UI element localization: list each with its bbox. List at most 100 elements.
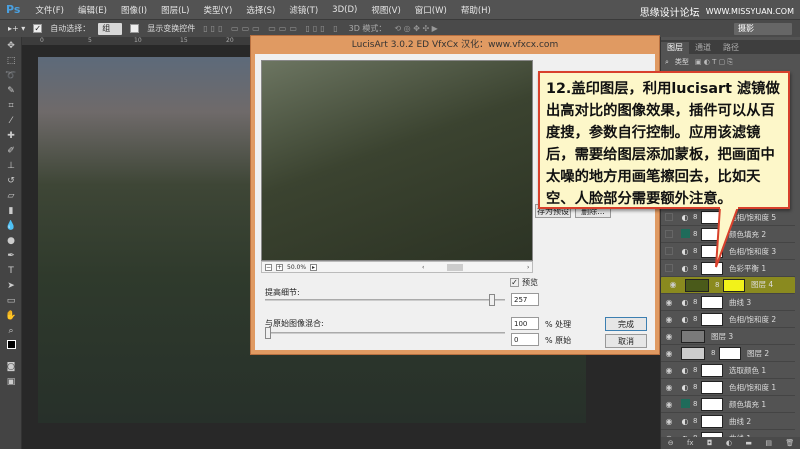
- align-icons[interactable]: ▯▯▯ ▭▭▭ ▭▭▭ ▯▯▯ ▯: [203, 24, 340, 33]
- eye-icon[interactable]: ◉: [661, 366, 677, 375]
- tab-paths[interactable]: 路径: [717, 42, 745, 54]
- original-input[interactable]: 0: [511, 333, 539, 346]
- layer-row[interactable]: ◉ ◐ 8 曲线 3: [661, 294, 795, 311]
- gradient-icon[interactable]: ▮: [4, 205, 18, 217]
- preview-image[interactable]: [261, 60, 533, 261]
- hand-tool-icon[interactable]: ✋: [4, 310, 18, 322]
- 3d-icons[interactable]: ⟲ ◎ ✥ ✣ ▶: [394, 24, 437, 33]
- processed-input[interactable]: 100: [511, 317, 539, 330]
- visibility-toggle[interactable]: [665, 213, 673, 221]
- menu-edit[interactable]: 编辑(E): [71, 4, 114, 16]
- visibility-toggle[interactable]: [665, 247, 673, 255]
- layer-row[interactable]: ◉ 图层 3: [661, 328, 795, 345]
- link-icon[interactable]: ⊖: [668, 439, 674, 447]
- chain-icon: 8: [693, 315, 698, 323]
- layer-row[interactable]: ◉ 8 图层 2: [661, 345, 795, 362]
- zoom-tool-icon[interactable]: ⌕: [4, 325, 18, 337]
- type-tool-icon[interactable]: T: [4, 265, 18, 277]
- layer-row[interactable]: ◉ 8 颜色填充 1: [661, 396, 795, 413]
- preview-checkbox[interactable]: ✓: [510, 278, 519, 287]
- scroll-left-icon[interactable]: ‹: [422, 264, 424, 271]
- menu-file[interactable]: 文件(F): [28, 4, 71, 16]
- menu-image[interactable]: 图像(I): [114, 4, 154, 16]
- cancel-button[interactable]: 取消: [605, 334, 647, 348]
- callout-pointer: [715, 207, 740, 268]
- visibility-toggle[interactable]: [665, 264, 673, 272]
- quick-select-icon[interactable]: ✎: [4, 85, 18, 97]
- menu-window[interactable]: 窗口(W): [408, 4, 454, 16]
- eye-icon[interactable]: ◉: [661, 332, 677, 341]
- menu-view[interactable]: 视图(V): [364, 4, 407, 16]
- eye-icon[interactable]: ◉: [665, 279, 681, 291]
- blend-slider[interactable]: [265, 332, 505, 334]
- quick-mask-icon[interactable]: ◙: [4, 361, 18, 373]
- detail-slider-handle[interactable]: [489, 294, 496, 306]
- menu-select[interactable]: 选择(S): [239, 4, 282, 16]
- detail-slider[interactable]: [265, 299, 505, 301]
- lasso-tool-icon[interactable]: ➰: [4, 70, 18, 82]
- layer-mask: [701, 312, 723, 326]
- move-tool-icon[interactable]: ▸+ ▾: [8, 24, 25, 33]
- layer-row[interactable]: ◉ ◐ 8 色相/饱和度 2: [661, 311, 795, 328]
- color-swatches-icon[interactable]: [4, 340, 18, 358]
- scroll-right-icon[interactable]: ›: [527, 264, 529, 271]
- tab-channels[interactable]: 通道: [689, 42, 717, 54]
- filter-icons[interactable]: ▣ ◐ T ▢ ⎘: [695, 58, 733, 67]
- ok-button[interactable]: 完成: [605, 317, 647, 331]
- tab-layers[interactable]: 图层: [661, 42, 689, 54]
- blend-slider-handle[interactable]: [265, 327, 271, 339]
- zoom-menu-button[interactable]: ▸: [310, 263, 318, 271]
- layer-row[interactable]: ◉ ◐ 8 色相/饱和度 1: [661, 379, 795, 396]
- menu-layer[interactable]: 图层(L): [154, 4, 196, 16]
- chain-icon: 8: [693, 298, 698, 306]
- eye-icon[interactable]: ◉: [661, 383, 677, 392]
- healing-brush-icon[interactable]: ✚: [4, 130, 18, 142]
- history-brush-icon[interactable]: ↺: [4, 175, 18, 187]
- detail-input[interactable]: 257: [511, 293, 539, 306]
- screen-mode-icon[interactable]: ▣: [4, 376, 18, 388]
- eye-icon[interactable]: ◉: [661, 417, 677, 426]
- workspace-dropdown[interactable]: 摄影: [734, 22, 792, 35]
- menu-filter[interactable]: 滤镜(T): [282, 4, 325, 16]
- menu-help[interactable]: 帮助(H): [454, 4, 498, 16]
- horizontal-scrollbar[interactable]: [447, 264, 463, 271]
- group-icon[interactable]: ▬: [745, 439, 752, 447]
- auto-select-dropdown[interactable]: 组: [98, 22, 123, 35]
- marquee-tool-icon[interactable]: ⬚: [4, 55, 18, 67]
- menu-3d[interactable]: 3D(D): [325, 5, 364, 15]
- eyedropper-icon[interactable]: ⁄: [4, 115, 18, 127]
- crop-tool-icon[interactable]: ⌗: [4, 100, 18, 112]
- layer-row[interactable]: ◉ ◐ 8 选取颜色 1: [661, 362, 795, 379]
- dodge-tool-icon[interactable]: ●: [4, 235, 18, 247]
- pen-tool-icon[interactable]: ✒: [4, 250, 18, 262]
- adjustment-icon[interactable]: ◐: [726, 439, 732, 447]
- shape-tool-icon[interactable]: ▭: [4, 295, 18, 307]
- brush-tool-icon[interactable]: ✐: [4, 145, 18, 157]
- menu-type[interactable]: 类型(Y): [196, 4, 239, 16]
- zoom-in-button[interactable]: +: [276, 263, 283, 271]
- new-layer-icon[interactable]: ▤: [765, 439, 772, 447]
- fill-swatch: [677, 228, 693, 240]
- adjustment-icon: ◐: [681, 246, 689, 256]
- layer-row[interactable]: ◉ 8 图层 4: [661, 277, 795, 294]
- zoom-out-button[interactable]: −: [265, 263, 272, 271]
- stamp-tool-icon[interactable]: ⊥: [4, 160, 18, 172]
- auto-select-checkbox[interactable]: ✓: [33, 24, 43, 33]
- visibility-toggle[interactable]: [665, 230, 673, 238]
- eye-icon[interactable]: ◉: [661, 315, 677, 324]
- eye-icon[interactable]: ◉: [661, 400, 677, 409]
- blur-tool-icon[interactable]: 💧: [4, 220, 18, 232]
- path-select-icon[interactable]: ➤: [4, 280, 18, 292]
- adjustment-icon: ◐: [681, 314, 689, 324]
- trash-icon[interactable]: 🗑: [785, 439, 794, 447]
- show-transform-checkbox[interactable]: [130, 24, 140, 33]
- eye-icon[interactable]: ◉: [661, 298, 677, 307]
- mask-icon[interactable]: ◘: [707, 439, 713, 447]
- eraser-icon[interactable]: ▱: [4, 190, 18, 202]
- layer-row[interactable]: ◉ ◐ 8 曲线 2: [661, 413, 795, 430]
- move-tool-icon[interactable]: ✥: [4, 40, 18, 52]
- layer-filter-dropdown[interactable]: 类型: [675, 57, 689, 67]
- preview-toggle[interactable]: ✓ 预览: [510, 277, 538, 288]
- fx-icon[interactable]: fx: [687, 439, 694, 447]
- eye-icon[interactable]: ◉: [661, 349, 677, 358]
